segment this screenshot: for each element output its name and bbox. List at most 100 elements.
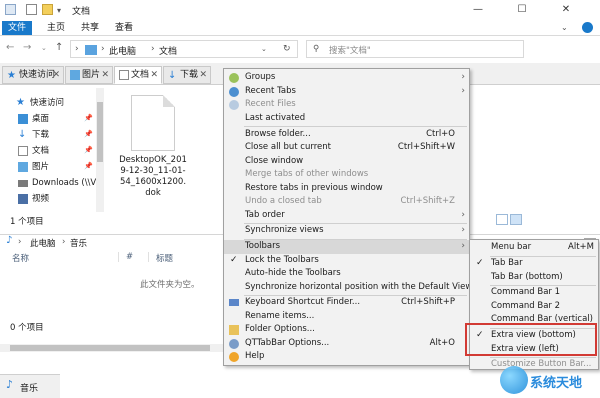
tab-pictures[interactable]: 图片 ✕	[65, 66, 113, 84]
menu-item-undo-closed-tab[interactable]: Undo a closed tab Ctrl+Shift+Z	[224, 195, 469, 209]
music-icon: ♪	[6, 378, 14, 391]
nav-scrollbar[interactable]	[96, 88, 104, 212]
menu-item-rename-items[interactable]: Rename items...	[224, 310, 469, 324]
details-view-icon[interactable]	[496, 214, 508, 225]
submenu-item-menu-bar[interactable]: Menu bar Alt+M	[470, 241, 598, 255]
submenu-item-command-bar-2[interactable]: Command Bar 2	[470, 300, 598, 314]
watermark-text: 系统天地	[530, 376, 583, 391]
close-tab-icon[interactable]: ✕	[199, 67, 207, 84]
properties-icon[interactable]	[26, 4, 37, 15]
checkmark-icon: ✓	[230, 254, 238, 265]
window-title: 文档	[72, 7, 91, 17]
column-number[interactable]: #	[126, 252, 133, 262]
scrollbar-thumb[interactable]	[10, 345, 210, 351]
menu-item-browse-folder[interactable]: Browse folder... Ctrl+O	[224, 128, 469, 142]
menu-item-close-all-but-current[interactable]: Close all but current Ctrl+Shift+W	[224, 141, 469, 155]
checkmark-icon: ✓	[476, 258, 484, 268]
forward-icon[interactable]: →	[23, 42, 31, 53]
menu-item-toolbars[interactable]: Toolbars ›	[224, 240, 469, 254]
pin-icon[interactable]: 📌	[84, 130, 93, 138]
maximize-button[interactable]: ☐	[504, 1, 540, 19]
watermark-logo	[500, 366, 528, 394]
ribbon-expand-icon[interactable]: ⌄	[561, 23, 568, 32]
close-tab-icon[interactable]: ✕	[52, 67, 60, 84]
column-name[interactable]: 名称	[12, 252, 29, 264]
tab-file[interactable]: 文件	[2, 21, 33, 35]
close-tab-icon[interactable]: ✕	[150, 67, 158, 84]
refresh-icon[interactable]: ↻	[283, 44, 291, 54]
menu-item-folder-options[interactable]: Folder Options...	[224, 323, 469, 337]
menu-item-groups[interactable]: Groups ›	[224, 71, 469, 85]
horizontal-scrollbar[interactable]	[0, 344, 230, 352]
submenu-item-tab-bar[interactable]: ✓ Tab Bar	[470, 257, 598, 271]
address-dropdown-icon[interactable]: ⌄	[261, 45, 267, 53]
column-title[interactable]: 标题	[156, 252, 173, 264]
menu-item-close-window[interactable]: Close window	[224, 155, 469, 169]
menu-item-recent-files[interactable]: Recent Files	[224, 98, 469, 112]
tab-share[interactable]: 共享	[75, 21, 105, 35]
close-button[interactable]: ✕	[548, 1, 584, 19]
breadcrumb-this-pc[interactable]: 此电脑	[30, 237, 56, 249]
pin-icon[interactable]: 📌	[84, 162, 93, 170]
download-icon: ↓	[168, 70, 177, 81]
pictures-icon	[70, 70, 80, 80]
column-divider[interactable]	[118, 252, 119, 262]
file-icon[interactable]	[131, 95, 175, 151]
new-folder-icon[interactable]	[42, 4, 53, 15]
up-icon[interactable]: ↑	[55, 42, 63, 53]
help-icon[interactable]	[582, 22, 593, 33]
menu-item-qttabbar-options[interactable]: QTTabBar Options... Alt+O	[224, 337, 469, 351]
minimize-button[interactable]: —	[460, 1, 496, 19]
tab-downloads[interactable]: ↓ 下载 ✕	[163, 66, 211, 84]
menu-item-sync-horizontal[interactable]: Synchronize horizontal position with the…	[224, 281, 472, 295]
navigation-pane: ★ 快速访问 桌面 📌 ↓ 下载 📌 文档 📌 图片 📌 Downloads (…	[16, 97, 97, 204]
menu-item-synchronize-views[interactable]: Synchronize views ›	[224, 224, 469, 238]
submenu-arrow-icon: ›	[461, 241, 465, 251]
tab-quick-access[interactable]: ★ 快速访问 ✕	[2, 66, 64, 84]
extra-view-tab-music[interactable]: ♪ 音乐	[0, 374, 60, 398]
tab-home[interactable]: 主页	[41, 21, 71, 35]
tab-documents[interactable]: 文档 ✕	[114, 66, 162, 84]
menu-item-tab-order[interactable]: Tab order ›	[224, 209, 469, 223]
menu-item-last-activated[interactable]: Last activated	[224, 112, 469, 126]
large-icons-view-icon[interactable]	[510, 214, 522, 225]
item-count: 1 个项目	[10, 217, 44, 227]
breadcrumb-documents[interactable]: 文档	[159, 44, 177, 57]
search-icon: ⚲	[313, 44, 320, 54]
chevron-right-icon: ›	[62, 237, 66, 247]
search-box[interactable]: ⚲ 搜索"文档"	[306, 40, 524, 58]
menu-item-lock-toolbars[interactable]: ✓ Lock the Toolbars	[224, 254, 469, 268]
breadcrumb-music[interactable]: 音乐	[70, 237, 87, 249]
recent-tabs-icon	[229, 86, 239, 97]
menu-item-merge-tabs[interactable]: Merge tabs of other windows	[224, 168, 469, 182]
menu-item-keyboard-shortcut-finder[interactable]: Keyboard Shortcut Finder... Ctrl+Shift+P	[224, 296, 469, 310]
column-headers: 名称 # 标题	[0, 251, 230, 265]
shortcut-label: Alt+O	[429, 337, 455, 348]
tab-view[interactable]: 查看	[109, 21, 139, 35]
pin-icon[interactable]: 📌	[84, 114, 93, 122]
menu-item-recent-tabs[interactable]: Recent Tabs ›	[224, 85, 469, 99]
menu-item-help[interactable]: Help	[224, 350, 469, 364]
shortcut-label: Alt+M	[568, 242, 594, 252]
submenu-item-tab-bar-bottom[interactable]: Tab Bar (bottom)	[470, 271, 598, 285]
tab-label: 音乐	[20, 384, 39, 394]
menu-item-restore-tabs[interactable]: Restore tabs in previous window	[224, 182, 469, 196]
submenu-arrow-icon: ›	[461, 209, 465, 220]
scrollbar-thumb[interactable]	[97, 102, 103, 162]
qa-dropdown-icon[interactable]: ▾	[57, 6, 68, 17]
breadcrumb-this-pc[interactable]: 此电脑	[109, 44, 136, 57]
back-icon[interactable]: ←	[6, 42, 14, 53]
shortcut-label: Ctrl+Shift+P	[401, 297, 455, 307]
tab-label: 文档	[131, 70, 150, 80]
pictures-icon	[18, 162, 28, 172]
submenu-item-command-bar-1[interactable]: Command Bar 1	[470, 286, 598, 300]
ribbon-tabs: 文件 主页 共享 查看 ⌄	[0, 20, 600, 36]
pin-icon[interactable]: 📌	[84, 146, 93, 154]
chevron-right-icon: ›	[18, 237, 22, 247]
menu-item-auto-hide-toolbars[interactable]: Auto-hide the Toolbars	[224, 267, 469, 281]
close-tab-icon[interactable]: ✕	[101, 67, 109, 84]
column-divider[interactable]	[148, 252, 149, 262]
file-name[interactable]: DesktopOK_2019-12-30_11-01-54_1600x1200.…	[118, 155, 188, 199]
recent-locations-icon[interactable]: ⌄	[41, 44, 47, 52]
address-bar[interactable]: › › 此电脑 › 文档 ⌄ ↻	[70, 40, 298, 58]
